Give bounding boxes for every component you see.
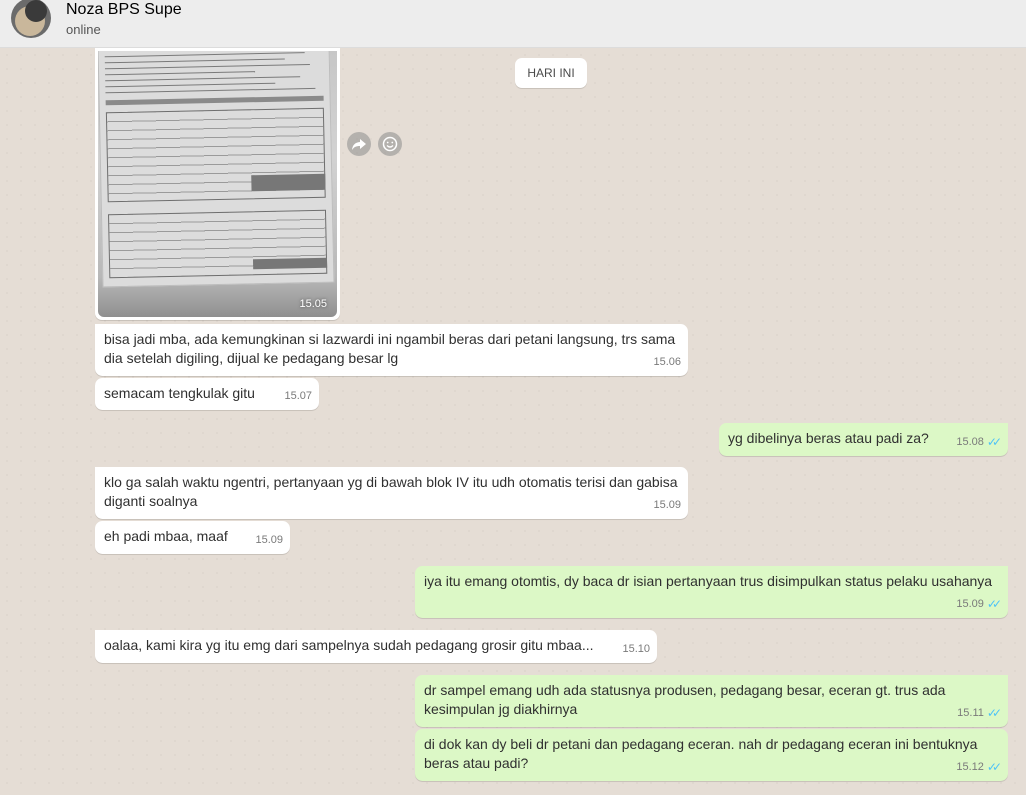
double-check-icon: ✓✓ [986,760,1002,774]
message-text: di dok kan dy beli dr petani dan pedagan… [424,736,978,771]
message-time: 15.07 [284,390,312,402]
double-check-icon: ✓✓ [986,435,1002,449]
double-check-icon: ✓✓ [986,597,1002,611]
message-bubble[interactable]: iya itu emang otomtis, dy baca dr isian … [415,566,1008,618]
message-text: klo ga salah waktu ngentri, pertanyaan y… [104,474,678,509]
message-bubble[interactable]: semacam tengkulak gitu 15.07 [95,378,319,410]
message-text: bisa jadi mba, ada kemungkinan si lazwar… [104,331,676,366]
image-message[interactable]: 15.05 [95,48,340,320]
double-check-icon: ✓✓ [986,706,1002,720]
message-time: 15.08 [956,436,984,448]
message-time: 15.09 [956,598,984,610]
contact-avatar[interactable] [11,0,51,38]
message-bubble[interactable]: klo ga salah waktu ngentri, pertanyaan y… [95,467,688,519]
emoji-icon[interactable] [378,132,402,156]
message-bubble[interactable]: dr sampel emang udh ada statusnya produs… [415,675,1008,727]
message-bubble[interactable]: yg dibelinya beras atau padi za? 15.08 ✓✓ [719,423,1008,456]
contact-name[interactable]: Noza BPS Supe [66,1,182,19]
message-bubble[interactable]: bisa jadi mba, ada kemungkinan si lazwar… [95,324,688,376]
message-text: semacam tengkulak gitu [104,385,255,401]
message-time: 15.10 [622,643,650,655]
message-list[interactable]: 15.05 HARI INI bisa jadi mba, ada kemung… [0,48,1026,795]
contact-status: online [66,22,101,37]
message-time: 15.09 [255,534,283,546]
message-time: 15.11 [957,707,984,719]
date-divider: HARI INI [515,58,587,88]
message-time: 15.12 [956,761,984,773]
message-time: 15.06 [653,356,681,368]
message-time: 15.05 [299,298,327,310]
message-bubble[interactable]: di dok kan dy beli dr petani dan pedagan… [415,729,1008,781]
message-time: 15.09 [653,499,681,511]
chat-header[interactable]: Noza BPS Supe online [0,0,1026,48]
forward-icon[interactable] [347,132,371,156]
message-text: eh padi mbaa, maaf [104,528,228,544]
message-text: iya itu emang otomtis, dy baca dr isian … [424,573,993,589]
message-bubble[interactable]: oalaa, kami kira yg itu emg dari sampeln… [95,630,657,663]
message-text: dr sampel emang udh ada statusnya produs… [424,682,946,717]
message-text: oalaa, kami kira yg itu emg dari sampeln… [104,637,594,653]
message-text: yg dibelinya beras atau padi za? [728,430,929,446]
document-photo[interactable]: 15.05 [98,51,337,317]
message-bubble[interactable]: eh padi mbaa, maaf 15.09 [95,521,290,554]
